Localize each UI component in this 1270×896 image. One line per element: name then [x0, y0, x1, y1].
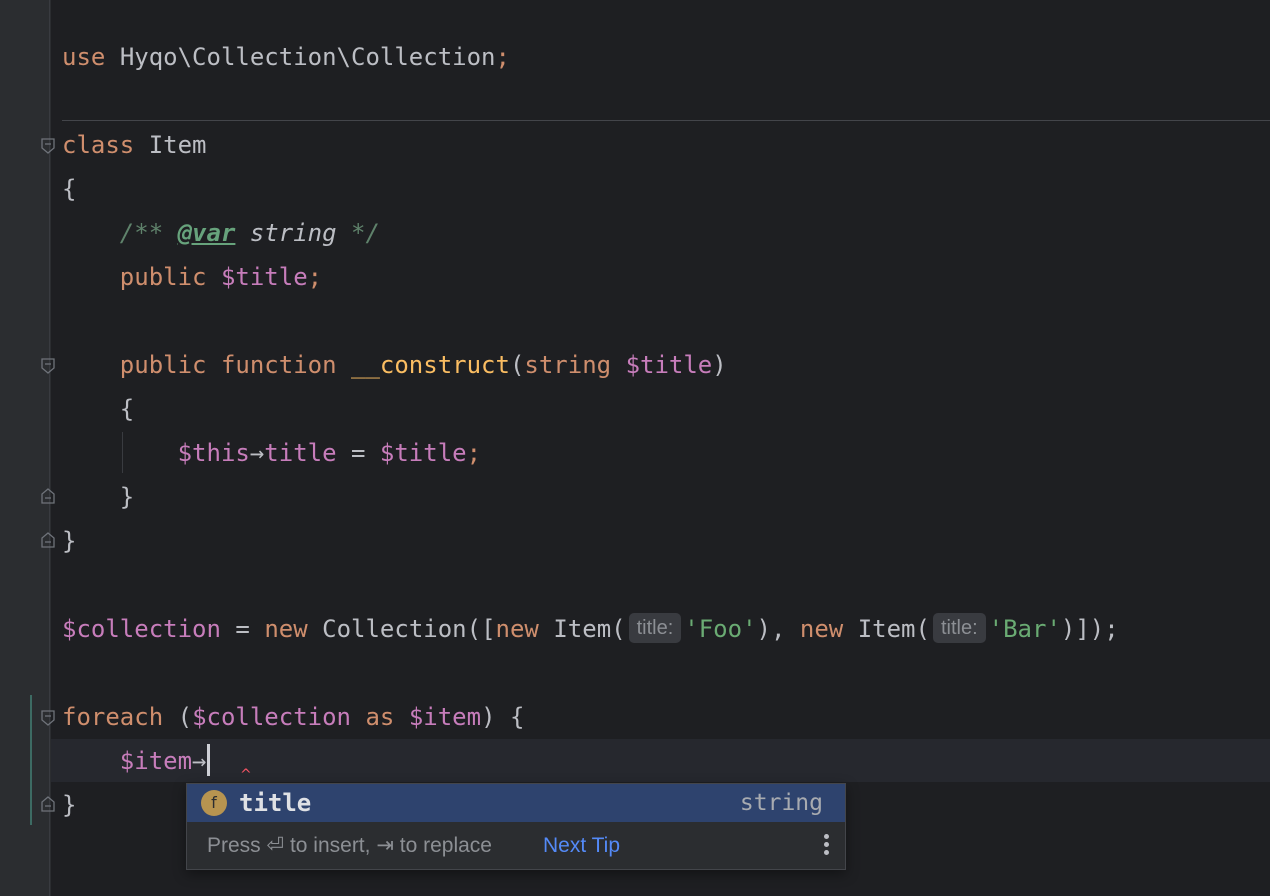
code-line-brace[interactable]: }: [62, 783, 76, 827]
code-line-foreach[interactable]: foreach ($collection as $item) {: [62, 695, 524, 739]
brace: }: [62, 791, 77, 819]
brace: {: [62, 175, 77, 203]
keyword: function: [220, 351, 337, 379]
variable: $item: [408, 703, 482, 731]
gutter[interactable]: [0, 0, 50, 896]
operator: =: [220, 615, 265, 643]
brace: }: [119, 483, 135, 511]
field-icon: f: [201, 790, 227, 816]
brace: }: [62, 527, 77, 555]
keyword: new: [495, 615, 539, 643]
class-name: Item: [148, 131, 207, 159]
code-line-property[interactable]: public $title;: [62, 255, 322, 299]
class-call: Item(: [553, 615, 626, 643]
doc-comment: */: [351, 219, 380, 247]
code-line-class[interactable]: class Item: [62, 123, 207, 167]
text-caret: [206, 744, 210, 776]
more-options-icon[interactable]: [821, 834, 831, 858]
class-name: Collection: [322, 615, 467, 643]
string: 'Bar': [988, 615, 1061, 643]
keyword: public: [119, 351, 207, 379]
arrow: →: [249, 439, 265, 467]
code-line-brace[interactable]: }: [62, 475, 134, 519]
semicolon: ;: [495, 43, 510, 71]
namespace: Hyqo\Collection\Collection: [119, 43, 496, 71]
operator: =: [336, 439, 380, 467]
parameter-hint: title:: [932, 613, 986, 643]
paren: (: [509, 351, 525, 379]
type: string: [524, 351, 612, 379]
vcs-change-marker[interactable]: [30, 695, 32, 825]
variable: $title: [220, 263, 308, 291]
current-line-highlight: [51, 739, 1270, 782]
variable: $item: [119, 747, 193, 775]
punctuation: )]);: [1060, 615, 1119, 643]
code-line-brace[interactable]: }: [62, 519, 76, 563]
variable: $this: [177, 439, 250, 467]
popup-footer: Press ⏎ to insert, ⇥ to replace Next Tip: [187, 822, 845, 869]
code-line-brace[interactable]: {: [62, 167, 76, 211]
fold-open-icon[interactable]: [41, 138, 55, 154]
completion-type: string: [739, 790, 823, 816]
string: 'Foo': [684, 615, 757, 643]
punctuation: ),: [756, 615, 800, 643]
keyword: new: [799, 615, 844, 643]
doc-comment: /**: [119, 219, 164, 247]
code-line-brace[interactable]: {: [62, 387, 134, 431]
bracket: ([: [466, 615, 496, 643]
footer-hint-text: Press ⏎ to insert, ⇥ to replace: [207, 834, 492, 857]
fold-close-icon[interactable]: [41, 796, 55, 812]
property: title: [264, 439, 337, 467]
fold-close-icon[interactable]: [41, 532, 55, 548]
keyword: class: [62, 131, 135, 159]
error-marker: ^: [240, 767, 252, 783]
variable: $collection: [192, 703, 352, 731]
keyword: use: [62, 43, 106, 71]
keyword: foreach: [62, 703, 164, 731]
variable: $collection: [62, 615, 221, 643]
editor[interactable]: use Hyqo\Collection\Collection; class It…: [0, 0, 1270, 896]
fold-close-icon[interactable]: [41, 488, 55, 504]
class-call: Item(: [857, 615, 930, 643]
keyword: new: [264, 615, 308, 643]
paren: ): [712, 351, 727, 379]
arrow: →: [192, 747, 207, 775]
code-line-constructor[interactable]: public function __construct(string $titl…: [62, 343, 727, 387]
completion-name: title: [239, 789, 312, 817]
semicolon: ;: [307, 263, 323, 291]
method-separator: [62, 120, 1270, 121]
next-tip-link[interactable]: Next Tip: [543, 822, 620, 869]
keyword: public: [119, 263, 207, 291]
code-line-use[interactable]: use Hyqo\Collection\Collection;: [62, 35, 510, 79]
doc-tag: @var: [177, 219, 236, 247]
code-line-assign[interactable]: $this→title = $title;: [62, 431, 481, 475]
variable: $title: [379, 439, 467, 467]
paren: ): [481, 703, 496, 731]
brace: {: [119, 395, 135, 423]
brace: {: [509, 703, 525, 731]
paren: (: [177, 703, 193, 731]
completion-item-title[interactable]: f title string: [187, 784, 845, 822]
semicolon: ;: [466, 439, 482, 467]
keyword: as: [365, 703, 395, 731]
fold-open-icon[interactable]: [41, 710, 55, 726]
function-name: __construct: [351, 351, 510, 379]
code-line-current[interactable]: $item→: [62, 739, 210, 783]
variable: $title: [625, 351, 713, 379]
code-line-doc[interactable]: /** @var string */: [62, 211, 380, 255]
doc-type: string: [249, 219, 337, 247]
fold-open-icon[interactable]: [41, 358, 55, 374]
code-line-collection[interactable]: $collection = new Collection([new Item(t…: [62, 607, 1119, 651]
parameter-hint: title:: [628, 613, 682, 643]
autocomplete-popup[interactable]: f title string Press ⏎ to insert, ⇥ to r…: [186, 783, 846, 870]
